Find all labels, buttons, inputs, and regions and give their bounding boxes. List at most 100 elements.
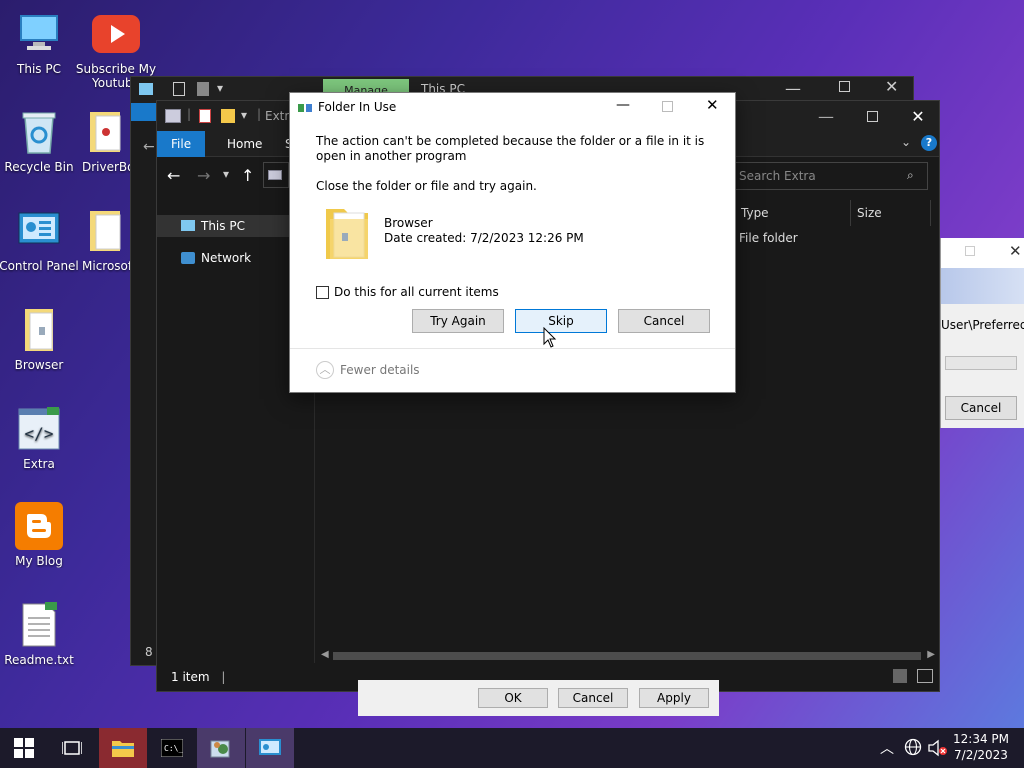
- horizontal-scrollbar[interactable]: ◀ ▶: [315, 649, 939, 663]
- nav-item-this-pc[interactable]: This PC: [157, 215, 289, 237]
- network-icon: [181, 252, 195, 264]
- chevron-down-icon[interactable]: ▾: [241, 108, 247, 122]
- separator: |: [221, 670, 226, 684]
- scroll-right-icon[interactable]: ▶: [927, 649, 935, 660]
- taskbar-control-panel[interactable]: [246, 728, 294, 768]
- recent-locations-button[interactable]: ▾: [223, 167, 229, 181]
- dialog-message: The action can't be completed because th…: [316, 134, 705, 163]
- computer-icon: [139, 83, 153, 95]
- cancel-button[interactable]: Cancel: [558, 688, 628, 708]
- header-band: [941, 268, 1024, 304]
- computer-icon: [181, 220, 195, 231]
- do-for-all-checkbox[interactable]: Do this for all current items: [316, 285, 536, 301]
- folder-icon: [80, 108, 128, 156]
- desktop-icon-my-blog[interactable]: My Blog: [0, 502, 81, 568]
- tab-file[interactable]: File: [157, 131, 206, 157]
- speaker-muted-icon[interactable]: [928, 739, 948, 757]
- tab-file-back[interactable]: [131, 103, 159, 121]
- desktop-icon-recycle-bin[interactable]: Recycle Bin: [0, 108, 81, 174]
- clock[interactable]: 12:34 PM 7/2/2023: [950, 731, 1012, 763]
- details-view-icon[interactable]: [893, 669, 907, 683]
- terminal-icon: C:\_: [161, 739, 183, 757]
- maximize-button[interactable]: [662, 101, 673, 112]
- properties-icon[interactable]: [173, 82, 185, 96]
- desktop-icon-browser[interactable]: Browser: [0, 306, 81, 372]
- new-folder-icon[interactable]: [221, 109, 235, 123]
- folder-in-use-dialog[interactable]: Folder In Use — ✕ The action can't be co…: [289, 92, 736, 393]
- dialog-instruction: Close the folder or file and try again.: [316, 179, 537, 193]
- desktop-icon-label: This PC: [17, 62, 61, 76]
- back-arrow-icon[interactable]: ←: [143, 139, 155, 155]
- chevron-down-icon[interactable]: ▾: [217, 81, 223, 95]
- back-button[interactable]: ←: [167, 166, 180, 185]
- forward-button[interactable]: →: [197, 166, 210, 185]
- maximize-button[interactable]: [965, 246, 975, 256]
- separator: |: [187, 107, 192, 121]
- scrollbar-thumb[interactable]: [333, 652, 921, 660]
- desktop-icon-control-panel[interactable]: Control Panel: [0, 207, 81, 273]
- cancel-button[interactable]: Cancel: [618, 309, 710, 333]
- blogger-icon: [15, 502, 63, 550]
- column-header-size[interactable]: Size: [851, 200, 931, 226]
- search-icon[interactable]: ⌕: [907, 168, 914, 183]
- try-again-button[interactable]: Try Again: [412, 309, 504, 333]
- new-folder-icon[interactable]: [197, 82, 209, 96]
- control-panel-icon: [15, 207, 63, 255]
- title-bar[interactable]: ✕: [941, 238, 1024, 268]
- desktop-icon-label: Extra: [23, 457, 55, 471]
- checkbox-box[interactable]: [316, 286, 329, 299]
- maximize-button[interactable]: [839, 81, 850, 92]
- desktop-icon-label: DriverBoo: [82, 160, 134, 174]
- up-button[interactable]: ↑: [241, 166, 254, 185]
- dialog-footer: ︿ Fewer details: [290, 348, 735, 392]
- close-button[interactable]: ✕: [885, 77, 898, 96]
- help-icon[interactable]: ?: [921, 135, 937, 151]
- task-view-icon: [62, 741, 82, 755]
- tab-home[interactable]: Home: [213, 131, 276, 157]
- control-panel-icon: [259, 739, 281, 755]
- properties-dialog[interactable]: OK Cancel Apply: [358, 680, 719, 716]
- taskbar-app-gears[interactable]: [197, 728, 245, 768]
- search-input[interactable]: Search Extra: [734, 162, 928, 190]
- desktop-icon-readme[interactable]: Readme.txt: [0, 601, 81, 667]
- row-type[interactable]: File folder: [739, 231, 798, 245]
- nav-item-label: Network: [201, 251, 252, 265]
- minimize-button[interactable]: —: [785, 79, 801, 98]
- minimize-button[interactable]: —: [616, 97, 630, 113]
- clock-date: 7/2/2023: [954, 748, 1008, 762]
- desktop-icon-extra[interactable]: </> Extra: [0, 405, 81, 471]
- taskbar-command-prompt[interactable]: C:\_: [148, 728, 196, 768]
- network-globe-icon[interactable]: [904, 738, 922, 756]
- skip-button[interactable]: Skip: [515, 309, 607, 333]
- properties-icon[interactable]: [199, 109, 211, 123]
- close-button[interactable]: ✕: [706, 96, 719, 114]
- taskbar-file-explorer[interactable]: [99, 728, 147, 768]
- close-button[interactable]: ✕: [895, 101, 941, 131]
- svg-text:C:\_: C:\_: [164, 744, 183, 753]
- maximize-button[interactable]: [849, 101, 895, 131]
- progress-dialog[interactable]: ✕ User\Preferred Cancel: [940, 238, 1024, 428]
- minimize-button[interactable]: —: [803, 101, 849, 131]
- nav-item-network[interactable]: Network: [181, 247, 251, 269]
- fewer-details-label: Fewer details: [340, 363, 420, 377]
- code-file-icon: [165, 109, 181, 123]
- desktop-icon-this-pc[interactable]: This PC: [0, 10, 81, 76]
- fewer-details-toggle[interactable]: ︿ Fewer details: [316, 361, 436, 381]
- scroll-left-icon[interactable]: ◀: [321, 649, 329, 660]
- address-bar[interactable]: [263, 162, 289, 188]
- chevron-up-icon[interactable]: ︿: [880, 738, 894, 758]
- chevron-down-icon[interactable]: ⌄: [901, 135, 911, 149]
- desktop-icon-microsoft[interactable]: Microsof: [74, 207, 134, 273]
- start-button[interactable]: [0, 728, 48, 768]
- close-button[interactable]: ✕: [1009, 242, 1022, 260]
- column-header-type[interactable]: Type: [735, 200, 851, 226]
- code-file-icon: </>: [15, 405, 63, 453]
- apply-button[interactable]: Apply: [639, 688, 709, 708]
- separator: |: [257, 107, 262, 121]
- ok-button[interactable]: OK: [478, 688, 548, 708]
- large-icons-view-icon[interactable]: [917, 669, 933, 683]
- task-view-button[interactable]: [48, 728, 96, 768]
- item-date: Date created: 7/2/2023 12:26 PM: [384, 231, 584, 245]
- cancel-button[interactable]: Cancel: [945, 396, 1017, 420]
- desktop-icon-driverbooster[interactable]: DriverBoo: [74, 108, 134, 174]
